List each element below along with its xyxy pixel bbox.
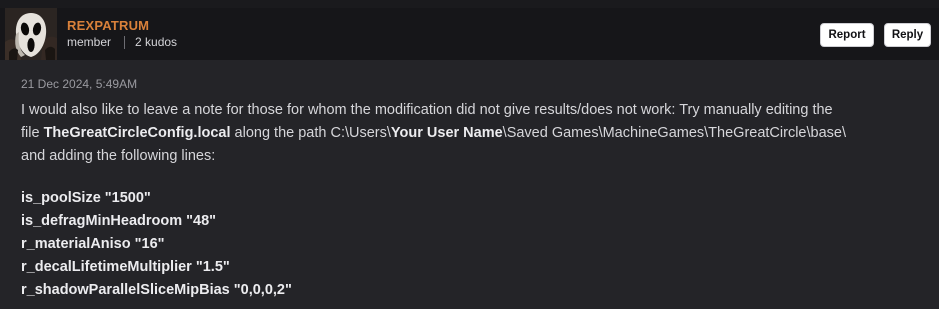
meta-divider bbox=[124, 35, 126, 49]
avatar[interactable] bbox=[5, 8, 57, 60]
user-kudos: 2 kudos bbox=[135, 35, 178, 49]
config-line: is_defragMinHeadroom "48" bbox=[21, 213, 217, 229]
config-line: r_shadowParallelSliceMipBias "0,0,0,2" bbox=[21, 282, 292, 298]
post-timestamp: 21 Dec 2024, 5:49AM bbox=[21, 77, 138, 91]
config-line: r_materialAniso "16" bbox=[21, 236, 165, 252]
reply-button[interactable]: Reply bbox=[884, 23, 931, 47]
config-lines: is_poolSize "1500" is_defragMinHeadroom … bbox=[21, 187, 292, 302]
body-line-2: file TheGreatCircleConfig.local along th… bbox=[21, 122, 921, 145]
body-text-segment: file bbox=[21, 125, 44, 141]
config-line: r_decalLifetimeMultiplier "1.5" bbox=[21, 259, 230, 275]
body-text-segment: \Saved Games\MachineGames\TheGreatCircle… bbox=[502, 125, 846, 141]
body-line-1: I would also like to leave a note for th… bbox=[21, 102, 833, 118]
post-body: I would also like to leave a note for th… bbox=[21, 99, 921, 168]
post-header: REXPATRUM member 2 kudos Report Reply bbox=[0, 8, 939, 60]
username-link[interactable]: REXPATRUM bbox=[67, 18, 149, 33]
forum-post: REXPATRUM member 2 kudos Report Reply 21… bbox=[0, 0, 939, 309]
config-line: is_poolSize "1500" bbox=[21, 190, 151, 206]
report-button[interactable]: Report bbox=[820, 23, 874, 47]
user-name-placeholder: Your User Name bbox=[390, 125, 503, 141]
body-line-3: and adding the following lines: bbox=[21, 148, 216, 164]
body-text-segment: along the path C:\Users\ bbox=[230, 125, 391, 141]
top-divider bbox=[0, 0, 939, 8]
user-role: member bbox=[67, 35, 112, 49]
ghostface-mask-icon bbox=[5, 8, 57, 60]
user-meta: member 2 kudos bbox=[67, 35, 177, 49]
config-filename: TheGreatCircleConfig.local bbox=[43, 125, 231, 141]
